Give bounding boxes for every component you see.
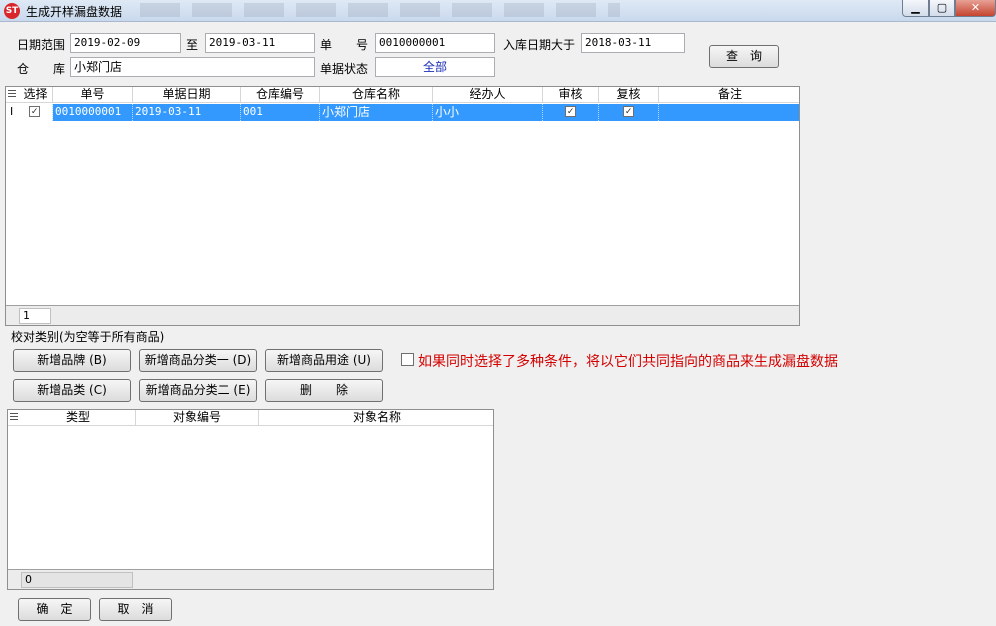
document-grid: 选择 单号 单据日期 仓库编号 仓库名称 经办人 审核 复核 备注 I ✓ 00…: [5, 86, 800, 326]
add-category2-button[interactable]: 新增商品分类二 (E): [139, 379, 257, 402]
table-row[interactable]: ✓ 0010000001 2019-03-11 001 小郑门店 小小 ✓ ✓: [19, 104, 799, 121]
cell-doc-no: 0010000001: [53, 104, 133, 121]
cell-audited: ✓: [543, 104, 599, 121]
date-from-field[interactable]: 2019-02-09: [70, 33, 181, 53]
window-title: 生成开样漏盘数据: [26, 5, 123, 19]
col-warehouse-code[interactable]: 仓库编号: [241, 87, 320, 103]
add-type-button[interactable]: 新增品类 (C): [13, 379, 131, 402]
object-column-menu-icon[interactable]: [10, 413, 18, 422]
col-object-code[interactable]: 对象编号: [136, 410, 259, 426]
date-to-field[interactable]: 2019-03-11: [205, 33, 315, 53]
cancel-button[interactable]: 取 消: [99, 598, 172, 621]
rechecked-checkbox: ✓: [623, 106, 634, 117]
maximize-button[interactable]: ▢: [929, 0, 955, 17]
object-grid-header: 类型 对象编号 对象名称: [8, 410, 493, 426]
inbound-after-label: 入库日期大于: [503, 38, 576, 52]
row-select-checkbox[interactable]: ✓: [29, 106, 40, 117]
cell-warehouse-code: 001: [241, 104, 320, 121]
cell-date: 2019-03-11: [133, 104, 241, 121]
object-grid: 类型 对象编号 对象名称 0: [7, 409, 494, 590]
date-range-label: 日期范围: [17, 38, 66, 52]
inbound-after-field[interactable]: 2018-03-11: [581, 33, 685, 53]
status-select[interactable]: 全部: [375, 57, 495, 77]
app-logo-icon: ST: [4, 3, 20, 19]
document-grid-header: 选择 单号 单据日期 仓库编号 仓库名称 经办人 审核 复核 备注: [6, 87, 799, 103]
add-category1-button[interactable]: 新增商品分类一 (D): [139, 349, 257, 372]
col-doc-no[interactable]: 单号: [53, 87, 133, 103]
combine-conditions-checkbox[interactable]: [401, 353, 414, 366]
current-row-marker: I: [10, 105, 14, 118]
add-usage-button[interactable]: 新增商品用途 (U): [265, 349, 383, 372]
document-grid-footer: 1: [6, 305, 799, 325]
add-brand-button[interactable]: 新增品牌 (B): [13, 349, 131, 372]
col-warehouse-name[interactable]: 仓库名称: [320, 87, 433, 103]
doc-no-field[interactable]: 0010000001: [375, 33, 495, 53]
column-menu-icon[interactable]: [8, 90, 16, 99]
col-select[interactable]: 选择: [19, 87, 53, 103]
title-bar: ST 生成开样漏盘数据 ▁ ▢ ✕: [0, 0, 996, 22]
doc-no-label: 单 号: [320, 38, 369, 52]
query-button[interactable]: 查 询: [709, 45, 779, 68]
delete-button[interactable]: 删 除: [265, 379, 383, 402]
status-label: 单据状态: [320, 62, 369, 76]
col-audited[interactable]: 审核: [543, 87, 599, 103]
confirm-button[interactable]: 确 定: [18, 598, 91, 621]
record-count: 1: [19, 308, 51, 324]
col-date[interactable]: 单据日期: [133, 87, 241, 103]
col-remark[interactable]: 备注: [659, 87, 799, 103]
warehouse-label: 仓 库: [17, 62, 66, 76]
object-count: 0: [21, 572, 133, 588]
close-button[interactable]: ✕: [955, 0, 996, 17]
minimize-button[interactable]: ▁: [902, 0, 929, 17]
cell-handler: 小小: [433, 104, 543, 121]
col-rechecked[interactable]: 复核: [599, 87, 659, 103]
cell-rechecked: ✓: [599, 104, 659, 121]
cell-remark: [659, 104, 799, 121]
category-section-label: 校对类别(为空等于所有商品): [11, 330, 165, 344]
cell-warehouse-name: 小郑门店: [320, 104, 433, 121]
row-select-cell[interactable]: ✓: [19, 104, 53, 121]
col-type[interactable]: 类型: [21, 410, 136, 426]
col-object-name[interactable]: 对象名称: [259, 410, 493, 426]
title-background-blur: [140, 3, 620, 17]
audited-checkbox: ✓: [565, 106, 576, 117]
col-handler[interactable]: 经办人: [433, 87, 543, 103]
to-label: 至: [186, 38, 199, 52]
object-grid-footer: 0: [8, 569, 493, 589]
combine-conditions-hint: 如果同时选择了多种条件，将以它们共同指向的商品来生成漏盘数据: [418, 354, 838, 370]
warehouse-field[interactable]: 小郑门店: [70, 57, 315, 77]
